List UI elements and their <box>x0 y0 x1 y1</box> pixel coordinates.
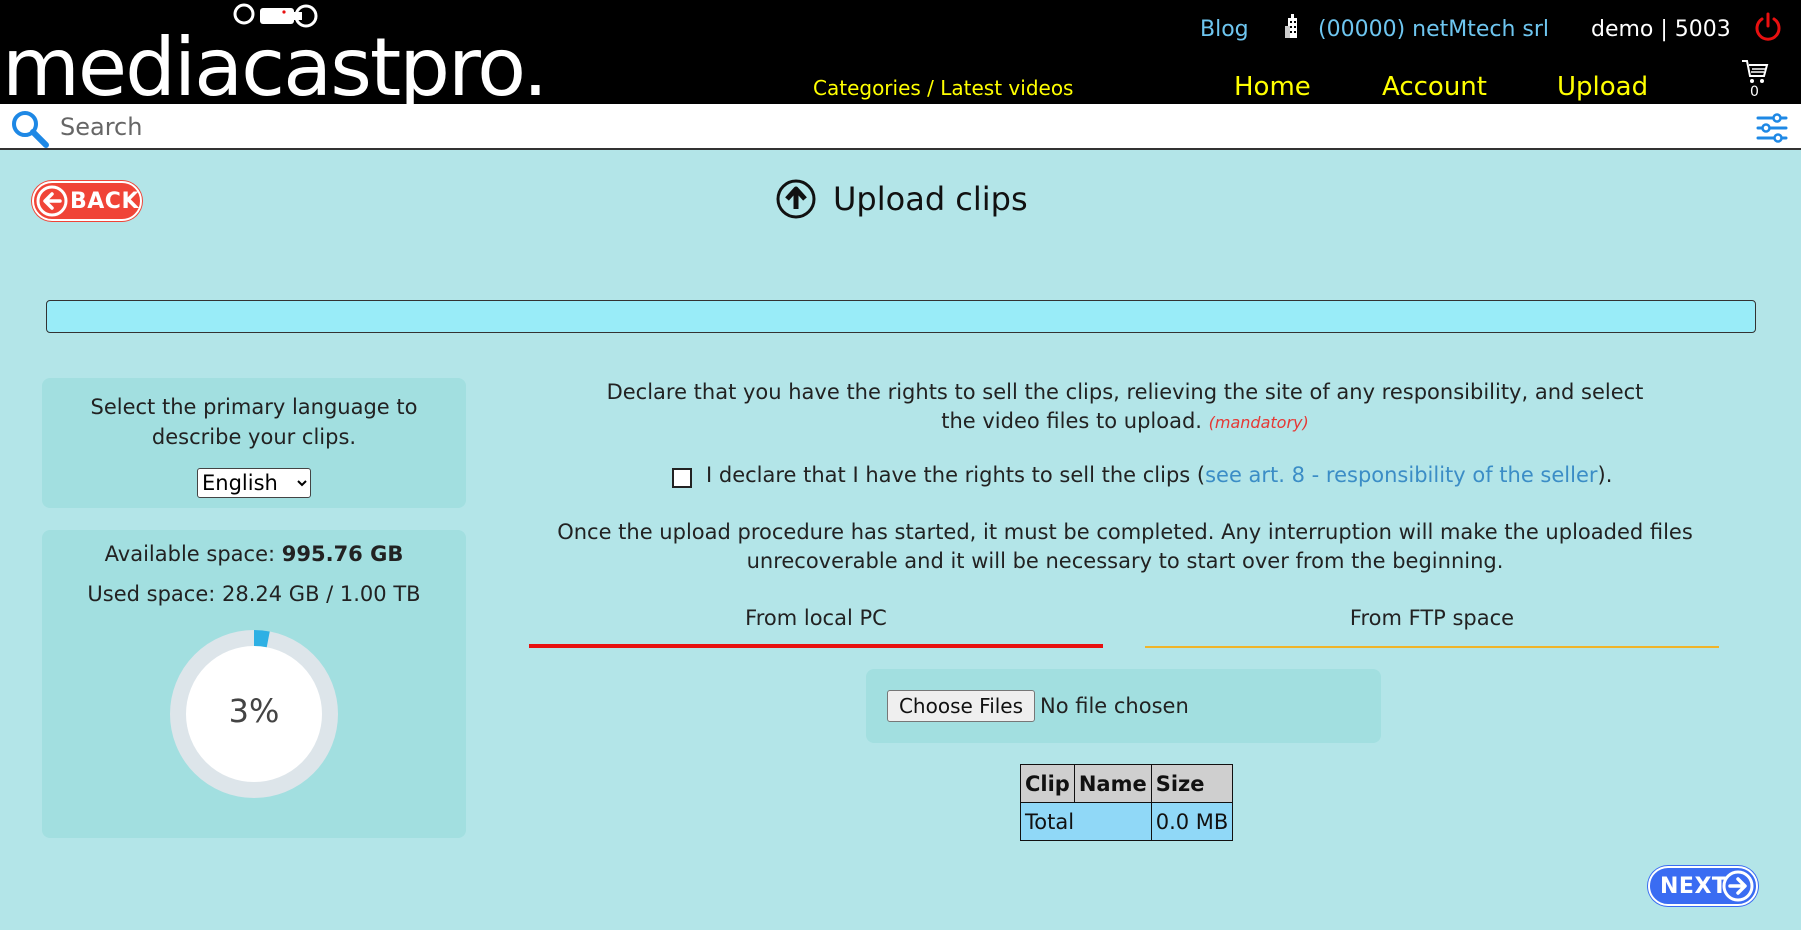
power-icon[interactable] <box>1753 12 1783 42</box>
site-logo[interactable]: mediacastpro. <box>0 0 560 108</box>
page-title: Upload clips <box>833 180 1028 218</box>
logo-text: mediacastpro. <box>2 21 548 114</box>
column-header-name: Name <box>1073 764 1152 803</box>
upload-arrow-icon <box>776 179 816 219</box>
next-label: NEXT <box>1660 874 1728 899</box>
user-info[interactable]: demo | 5003 <box>1591 17 1731 42</box>
file-status: No file chosen <box>1040 694 1189 718</box>
declaration-body: Declare that you have the rights to sell… <box>606 380 1644 433</box>
language-select[interactable]: English <box>197 468 311 498</box>
nav-home[interactable]: Home <box>1234 72 1311 102</box>
rights-checkbox-label: I declare that I have the rights to sell… <box>706 463 1612 487</box>
rights-checkbox[interactable] <box>672 468 692 488</box>
search-input[interactable] <box>60 110 1740 144</box>
top-header: mediacastpro. Blog (00000) netMtech srl … <box>0 0 1801 108</box>
blog-link[interactable]: Blog <box>1200 17 1249 42</box>
seller-responsibility-link[interactable]: see art. 8 - responsibility of the selle… <box>1205 463 1597 487</box>
cart-count: 0 <box>1750 84 1759 100</box>
back-label: BACK <box>70 189 139 214</box>
back-button[interactable]: BACK <box>32 181 142 221</box>
nav-upload[interactable]: Upload <box>1557 72 1648 102</box>
total-size: 0.0 MB <box>1150 802 1234 841</box>
next-button[interactable]: NEXT <box>1648 866 1758 906</box>
table-total-row: Total 0.0 MB <box>1020 802 1234 841</box>
clips-table: Clip Name Size Total 0.0 MB <box>1020 764 1234 841</box>
column-header-size: Size <box>1150 764 1234 803</box>
nav-account[interactable]: Account <box>1382 72 1487 102</box>
choose-files-button[interactable]: Choose Files <box>887 690 1035 722</box>
mandatory-note: (mandatory) <box>1208 413 1309 432</box>
declaration-text: Declare that you have the rights to sell… <box>600 378 1650 437</box>
upload-progress-bar <box>46 300 1756 333</box>
total-label: Total <box>1020 802 1152 841</box>
rights-suffix: ). <box>1597 463 1613 487</box>
tab-ftp-space[interactable]: From FTP space <box>1145 606 1719 648</box>
filter-sliders-icon[interactable] <box>1756 112 1788 144</box>
tab-local-pc[interactable]: From local PC <box>529 606 1103 648</box>
available-space-label: Available space: <box>104 542 282 566</box>
search-bar <box>0 104 1801 150</box>
categories-link[interactable]: Categories / Latest videos <box>813 76 1073 100</box>
company-link[interactable]: (00000) netMtech srl <box>1318 17 1549 42</box>
building-icon <box>1285 14 1297 38</box>
available-space: Available space: 995.76 GB <box>0 542 508 566</box>
available-space-value: 995.76 GB <box>281 542 404 566</box>
usage-percent: 3% <box>228 692 280 730</box>
rights-prefix: I declare that I have the rights to sell… <box>706 463 1206 487</box>
used-space: Used space: 28.24 GB / 1.00 TB <box>87 582 421 606</box>
cart-icon[interactable] <box>1740 58 1770 86</box>
language-prompt: Select the primary language to describe … <box>90 395 418 449</box>
back-arrow-icon <box>36 185 68 217</box>
next-arrow-icon <box>1722 870 1754 902</box>
table-header-row: Clip Name Size <box>1020 764 1234 803</box>
column-header-clip: Clip <box>1020 764 1075 803</box>
upload-warning: Once the upload procedure has started, i… <box>557 520 1693 573</box>
search-icon[interactable] <box>8 107 52 151</box>
